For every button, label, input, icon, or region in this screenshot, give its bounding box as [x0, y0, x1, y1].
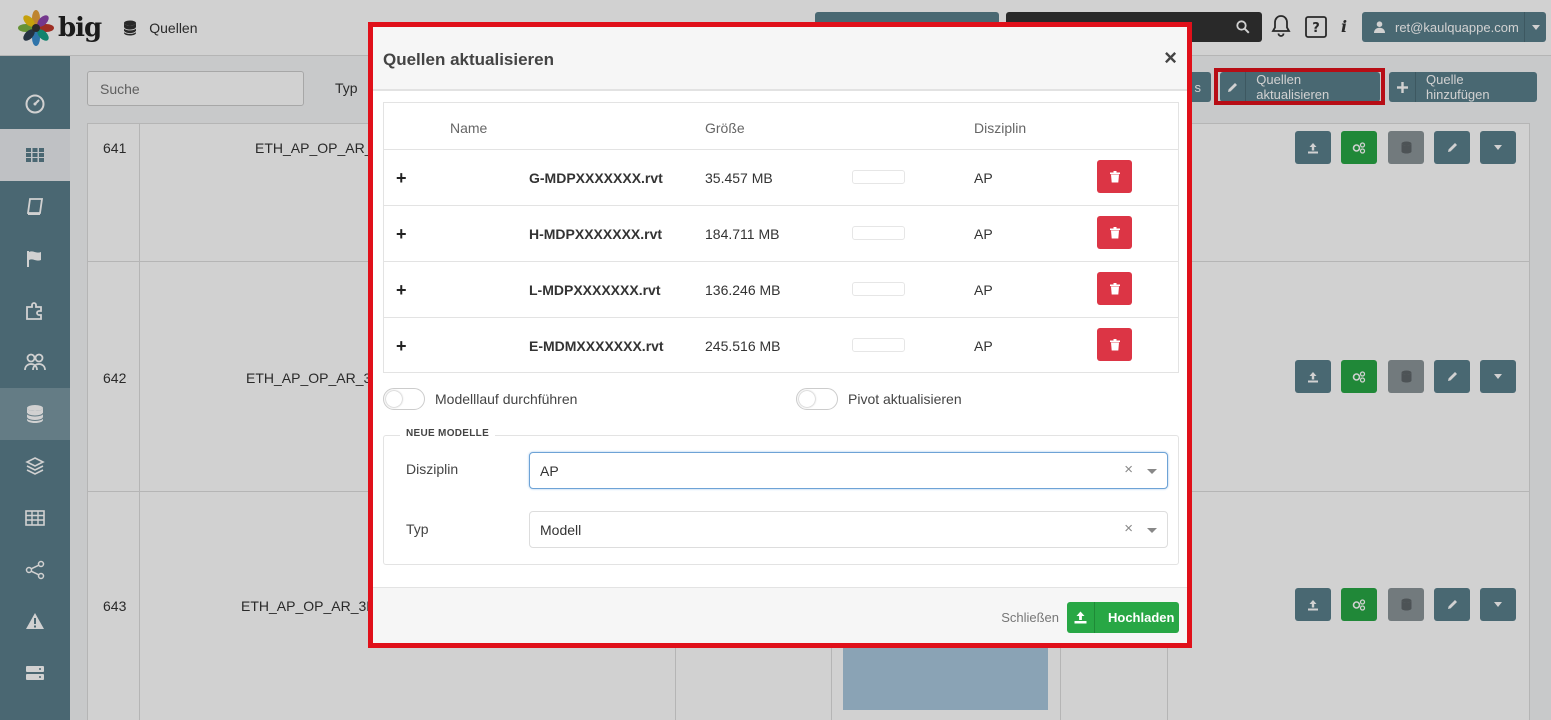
expand-plus-icon[interactable]: +: [396, 224, 407, 245]
trash-icon: [1109, 282, 1120, 294]
file-discipline: AP: [974, 170, 993, 186]
file-row: + L-MDPXXXXXXX.rvt 136.246 MB AP: [384, 262, 1178, 318]
chevron-down-icon[interactable]: [1147, 528, 1157, 533]
trash-icon: [1109, 170, 1120, 182]
file-name: L-MDPXXXXXXX.rvt: [529, 282, 661, 298]
file-row: + E-MDMXXXXXXX.rvt 245.516 MB AP: [384, 318, 1178, 374]
column-size-header: Größe: [705, 120, 745, 136]
type-value: Modell: [540, 522, 582, 538]
pivot-label: Pivot aktualisieren: [848, 391, 962, 407]
upload-progress-bar: [852, 170, 905, 184]
chevron-down-icon[interactable]: [1147, 469, 1157, 474]
file-discipline: AP: [974, 282, 993, 298]
files-table-header: Name Größe Disziplin: [384, 103, 1178, 150]
trash-icon: [1109, 338, 1120, 350]
delete-file-button[interactable]: [1097, 272, 1132, 305]
fieldset-legend: NEUE MODELLE: [400, 428, 496, 439]
file-name: G-MDPXXXXXXX.rvt: [529, 170, 663, 186]
modal-footer: Schließen Hochladen: [373, 587, 1187, 643]
file-discipline: AP: [974, 338, 993, 354]
file-name: H-MDPXXXXXXX.rvt: [529, 226, 663, 242]
expand-plus-icon[interactable]: +: [396, 336, 407, 357]
model-run-toggle[interactable]: [383, 388, 425, 410]
modal-title: Quellen aktualisieren: [383, 50, 555, 69]
update-sources-modal: Quellen aktualisieren × Name Größe Diszi…: [368, 22, 1192, 648]
upload-progress-bar: [852, 226, 905, 240]
type-label: Typ: [406, 521, 429, 537]
file-size: 184.711 MB: [705, 226, 780, 242]
column-discipline-header: Disziplin: [974, 120, 1027, 136]
clear-icon[interactable]: ×: [1124, 461, 1133, 478]
new-models-fieldset: NEUE MODELLE Disziplin AP × Typ Modell ×: [383, 428, 1179, 565]
model-run-toggle-group: Modelllauf durchführen: [383, 388, 577, 410]
upload-icon: [1067, 602, 1095, 633]
pivot-toggle-group: Pivot aktualisieren: [796, 388, 962, 410]
column-name-header: Name: [450, 120, 488, 136]
file-row: + H-MDPXXXXXXX.rvt 184.711 MB AP: [384, 206, 1178, 262]
clear-icon[interactable]: ×: [1124, 520, 1133, 537]
expand-plus-icon[interactable]: +: [396, 168, 407, 189]
close-button[interactable]: Schließen: [1001, 610, 1059, 625]
pivot-toggle[interactable]: [796, 388, 838, 410]
file-row: + G-MDPXXXXXXX.rvt 35.457 MB AP: [384, 150, 1178, 206]
trash-icon: [1109, 226, 1120, 238]
file-size: 136.246 MB: [705, 282, 781, 298]
file-size: 245.516 MB: [705, 338, 781, 354]
discipline-select[interactable]: AP ×: [529, 452, 1168, 489]
close-icon[interactable]: ×: [1164, 45, 1177, 71]
upload-progress-bar: [852, 338, 905, 352]
type-select[interactable]: Modell ×: [529, 511, 1168, 548]
delete-file-button[interactable]: [1097, 328, 1132, 361]
modal-header: Quellen aktualisieren ×: [373, 27, 1187, 91]
file-size: 35.457 MB: [705, 170, 773, 186]
model-run-label: Modelllauf durchführen: [435, 391, 578, 407]
discipline-value: AP: [540, 463, 559, 479]
discipline-label: Disziplin: [406, 461, 459, 477]
delete-file-button[interactable]: [1097, 160, 1132, 193]
expand-plus-icon[interactable]: +: [396, 280, 407, 301]
files-table: Name Größe Disziplin + G-MDPXXXXXXX.rvt …: [383, 102, 1179, 373]
file-discipline: AP: [974, 226, 993, 242]
delete-file-button[interactable]: [1097, 216, 1132, 249]
file-name: E-MDMXXXXXXX.rvt: [529, 338, 664, 354]
upload-progress-bar: [852, 282, 905, 296]
upload-label: Hochladen: [1108, 610, 1175, 625]
upload-button[interactable]: Hochladen: [1067, 602, 1179, 633]
